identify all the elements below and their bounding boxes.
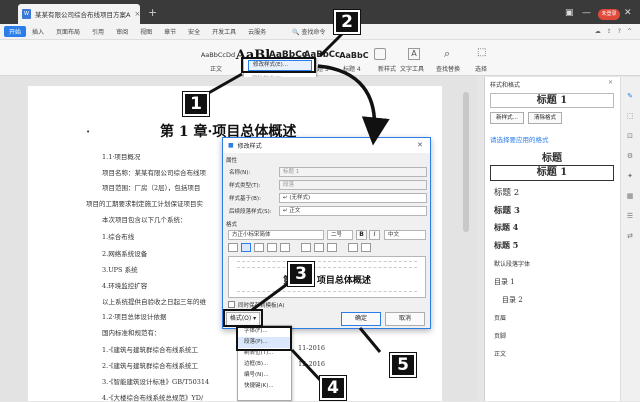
arrow-1 [204, 72, 243, 97]
callout-4: 4 [320, 376, 346, 400]
callout-1: 1 [183, 92, 209, 116]
arrow-3 [251, 280, 291, 312]
arrow-curve [317, 64, 390, 146]
annotation-arrows [204, 30, 390, 384]
arrow-4 [290, 348, 324, 384]
arrow-2 [318, 30, 346, 58]
callout-5: 5 [390, 353, 416, 377]
arrow-5 [358, 327, 382, 353]
callout-2: 2 [334, 10, 360, 34]
callout-3: 3 [288, 262, 314, 286]
